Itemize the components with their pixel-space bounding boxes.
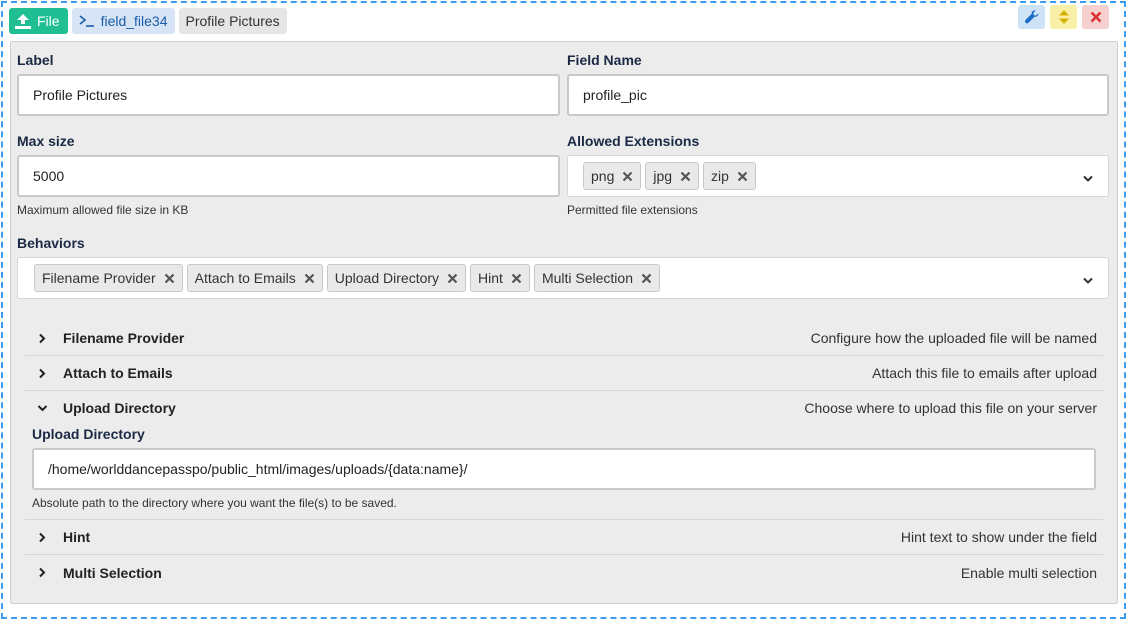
extension-chip: png [583, 162, 642, 190]
behavior-chip-label: Filename Provider [42, 270, 156, 286]
section-title: Upload Directory [63, 400, 176, 416]
field-name-title: Field Name [567, 52, 642, 68]
label-input[interactable]: Profile Pictures [17, 74, 560, 116]
close-icon [1090, 11, 1101, 23]
section-filename-provider[interactable]: Filename Provider Configure how the uplo… [25, 321, 1103, 356]
section-description: Enable multi selection [960, 564, 1097, 581]
behavior-chip: Upload Directory [326, 264, 467, 292]
behavior-chip-label: Upload Directory [334, 270, 440, 286]
allowed-extensions-select[interactable]: png jpg zip [567, 155, 1109, 197]
remove-chip-icon[interactable] [641, 273, 652, 284]
field-label-text: Profile Pictures [185, 13, 280, 29]
field-settings-panel: Label Profile Pictures Field Name profil… [10, 41, 1118, 604]
remove-chip-icon[interactable] [164, 273, 175, 284]
max-size-title: Max size [17, 133, 75, 149]
upload-directory-help: Absolute path to the directory where you… [32, 496, 397, 510]
reorder-button[interactable] [1050, 5, 1077, 29]
behavior-chip: Filename Provider [34, 264, 183, 292]
label-field-title: Label [17, 52, 54, 68]
remove-chip-icon[interactable] [737, 171, 748, 182]
behaviors-title: Behaviors [17, 235, 85, 251]
behavior-chip: Attach to Emails [186, 264, 323, 292]
field-tools [1018, 5, 1109, 29]
section-hint[interactable]: Hint Hint text to show under the field [25, 520, 1103, 555]
remove-chip-icon[interactable] [622, 171, 633, 182]
chevron-right-icon [35, 368, 49, 379]
section-description: Configure how the uploaded file will be … [810, 330, 1097, 346]
field-label-badge: Profile Pictures [178, 8, 287, 34]
behaviors-select[interactable]: Filename Provider Attach to Emails Uploa… [17, 257, 1109, 299]
wrench-icon [1024, 10, 1039, 24]
field-name-input[interactable]: profile_pic [567, 74, 1109, 116]
extension-chip-label: png [591, 168, 615, 184]
section-title: Hint [63, 529, 91, 545]
field-type-badge: File [9, 8, 68, 34]
remove-chip-icon[interactable] [511, 273, 522, 284]
allowed-extensions-title: Allowed Extensions [567, 133, 700, 149]
section-title: Attach to Emails [63, 365, 173, 381]
chevron-down-icon[interactable] [1082, 273, 1094, 289]
section-upload-directory-header[interactable]: Upload Directory Choose where to upload … [25, 391, 1103, 425]
field-key-badge: field_file34 [71, 8, 175, 34]
extension-chip-label: jpg [653, 168, 673, 184]
extension-chip-label: zip [711, 168, 729, 184]
extension-chip: zip [703, 162, 756, 190]
section-description: Hint text to show under the field [900, 529, 1097, 545]
chevron-right-icon [35, 333, 49, 344]
up-down-icon [1058, 10, 1069, 24]
section-attach-to-emails[interactable]: Attach to Emails Attach this file to ema… [25, 356, 1103, 391]
behavior-chip: Multi Selection [533, 264, 660, 292]
section-multi-selection[interactable]: Multi Selection Enable multi selection [25, 555, 1103, 590]
extension-chip: jpg [645, 162, 700, 190]
section-upload-directory: Upload Directory Choose where to upload … [25, 391, 1103, 520]
chevron-right-icon [35, 532, 49, 543]
field-key-label: field_file34 [100, 13, 168, 29]
settings-button[interactable] [1018, 5, 1045, 29]
remove-button[interactable] [1082, 5, 1109, 29]
chevron-down-icon[interactable] [1082, 171, 1094, 187]
behavior-chip-label: Hint [478, 270, 503, 286]
allowed-extensions-help: Permitted file extensions [567, 203, 698, 217]
field-type-label: File [37, 13, 60, 29]
section-description: Choose where to upload this file on your… [804, 400, 1097, 416]
upload-icon [15, 13, 31, 29]
chevron-down-icon [35, 404, 49, 412]
section-description: Attach this file to emails after upload [872, 365, 1097, 381]
section-title: Filename Provider [63, 330, 185, 346]
chevron-right-icon [35, 567, 49, 578]
max-size-help: Maximum allowed file size in KB [17, 203, 189, 217]
remove-chip-icon[interactable] [447, 273, 458, 284]
remove-chip-icon[interactable] [304, 273, 315, 284]
field-header: File field_file34 Profile Pictures [9, 8, 287, 34]
behavior-chip-label: Attach to Emails [194, 270, 296, 286]
terminal-icon [79, 15, 94, 27]
upload-directory-title: Upload Directory [32, 426, 145, 442]
remove-chip-icon[interactable] [680, 171, 691, 182]
behavior-sections: Filename Provider Configure how the uplo… [25, 321, 1103, 590]
behavior-chip-label: Multi Selection [541, 270, 633, 286]
max-size-input[interactable]: 5000 [17, 155, 560, 197]
section-title: Multi Selection [63, 564, 162, 581]
upload-directory-input[interactable]: /home/worlddancepasspo/public_html/image… [32, 448, 1096, 490]
behavior-chip: Hint [470, 264, 530, 292]
